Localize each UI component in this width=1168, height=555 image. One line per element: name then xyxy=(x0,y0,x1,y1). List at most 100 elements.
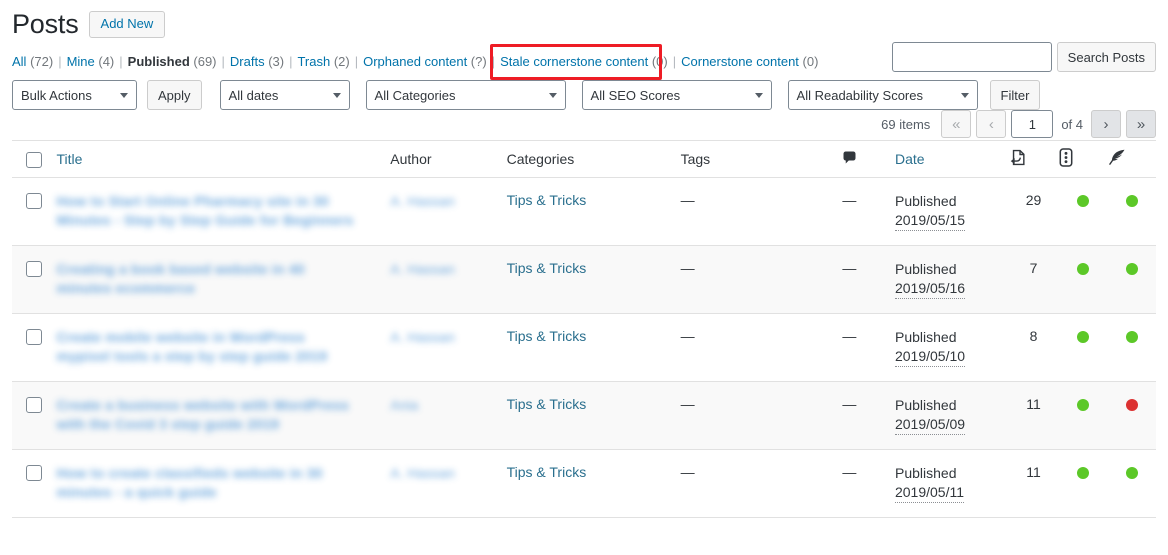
filter-link-separator: | xyxy=(58,54,62,69)
select-all-header xyxy=(12,140,57,178)
column-header-title[interactable]: Title xyxy=(56,140,391,178)
post-title-cell: Create a business website with WordPress… xyxy=(56,381,391,450)
filter-link-trash[interactable]: Trash xyxy=(297,54,330,69)
table-row: How to create classifieds website in 30 … xyxy=(12,449,1156,518)
category-filter-select[interactable]: All Categories xyxy=(365,80,566,110)
prev-page-button[interactable]: ‹ xyxy=(976,110,1007,138)
post-author-link[interactable]: Ania xyxy=(390,396,475,415)
row-checkbox[interactable] xyxy=(26,193,42,210)
filter-link-count: (0) xyxy=(648,54,668,69)
last-page-button[interactable]: » xyxy=(1126,110,1156,138)
column-header-date[interactable]: Date xyxy=(894,140,1009,178)
filter-link-orphaned-content[interactable]: Orphaned content xyxy=(363,54,467,69)
post-incoming-links-count: 29 xyxy=(1008,177,1059,246)
filter-button[interactable]: Filter xyxy=(989,80,1041,110)
post-date-cell: Published 2019/05/15 xyxy=(894,177,1009,246)
post-seo-score-cell xyxy=(1058,313,1108,382)
category-link[interactable]: Tips & Tricks xyxy=(507,396,587,412)
post-seo-score-cell xyxy=(1058,381,1108,450)
post-title-link[interactable]: Create mobile website in WordPress mypix… xyxy=(57,328,357,366)
seo-score-filter-value: All SEO Scores xyxy=(590,87,681,103)
post-comments-cell: — xyxy=(842,245,895,314)
post-comments-cell: — xyxy=(842,177,895,246)
post-categories-cell: Tips & Tricks xyxy=(506,381,681,450)
row-select-cell xyxy=(12,313,57,382)
post-title-cell: Create mobile website in WordPress mypix… xyxy=(56,313,391,382)
header-row: Title Author Categories Tags Date xyxy=(12,140,1156,178)
post-tags-cell: — xyxy=(680,381,843,450)
post-status: Published xyxy=(894,193,957,209)
post-incoming-links-count: 11 xyxy=(1008,449,1059,518)
post-title-link[interactable]: How to Start Online Pharmacy site in 30 … xyxy=(57,192,357,230)
filter-link-count: (0) xyxy=(798,54,819,69)
column-header-author: Author xyxy=(390,140,507,178)
next-page-button[interactable]: › xyxy=(1091,110,1121,138)
post-date-value: 2019/05/16 xyxy=(894,279,966,299)
filter-link-separator: | xyxy=(491,54,496,69)
first-page-button[interactable]: « xyxy=(941,110,972,138)
column-header-date-link[interactable]: Date xyxy=(895,151,925,167)
post-author-link[interactable]: A. Hassan xyxy=(390,192,475,211)
seo-score-filter-select[interactable]: All SEO Scores xyxy=(581,80,772,110)
column-header-readability-score[interactable] xyxy=(1107,140,1156,178)
post-title-link[interactable]: Creating a book based website in 40 minu… xyxy=(57,260,357,298)
category-link[interactable]: Tips & Tricks xyxy=(507,260,587,276)
post-title-cell: How to create classifieds website in 30 … xyxy=(56,449,391,518)
post-tags-cell: — xyxy=(680,449,843,518)
seo-score-dot xyxy=(1077,263,1090,276)
row-checkbox[interactable] xyxy=(26,397,42,414)
current-page-input[interactable] xyxy=(1011,110,1054,138)
filter-link-all[interactable]: All xyxy=(12,54,26,69)
category-link[interactable]: Tips & Tricks xyxy=(507,464,587,480)
column-header-comments[interactable] xyxy=(842,140,895,178)
posts-admin-page: Posts Add New All (72) | Mine (4) | Publishe… xyxy=(0,0,1168,555)
post-title-link[interactable]: Create a business website with WordPress… xyxy=(57,396,357,434)
post-author-cell: A. Hassan xyxy=(390,313,507,382)
filter-link-published[interactable]: Published xyxy=(128,54,190,69)
filter-link-drafts[interactable]: Drafts xyxy=(230,54,265,69)
incoming-links-icon xyxy=(1008,148,1027,170)
filter-link-stale-cornerstone-content[interactable]: Stale cornerstone content xyxy=(500,54,648,69)
post-title-link[interactable]: How to create classifieds website in 30 … xyxy=(57,464,357,502)
post-readability-score-cell xyxy=(1107,381,1156,450)
post-date-value: 2019/05/15 xyxy=(894,211,966,231)
posts-table-header: Title Author Categories Tags Date xyxy=(12,140,1156,178)
row-checkbox[interactable] xyxy=(26,465,42,482)
post-seo-score-cell xyxy=(1058,449,1108,518)
apply-button[interactable]: Apply xyxy=(147,80,202,110)
post-author-link[interactable]: A. Hassan xyxy=(390,260,475,279)
seo-score-dot xyxy=(1077,399,1090,412)
column-header-tags: Tags xyxy=(680,140,843,178)
readability-filter-select[interactable]: All Readability Scores xyxy=(787,80,978,110)
post-seo-score-cell xyxy=(1058,245,1108,314)
seo-score-dot xyxy=(1077,467,1090,480)
row-select-cell xyxy=(12,381,57,450)
row-checkbox[interactable] xyxy=(26,261,42,278)
table-row: How to Start Online Pharmacy site in 30 … xyxy=(12,177,1156,246)
readability-quill-icon xyxy=(1107,148,1127,170)
category-link[interactable]: Tips & Tricks xyxy=(507,328,587,344)
column-header-title-link[interactable]: Title xyxy=(57,151,83,167)
column-header-links[interactable] xyxy=(1008,140,1059,178)
column-header-seo-score[interactable] xyxy=(1058,140,1108,178)
post-incoming-links-count: 8 xyxy=(1008,313,1059,382)
post-author-link[interactable]: A. Hassan xyxy=(390,464,475,483)
seo-score-traffic-light-icon xyxy=(1059,148,1073,170)
bulk-actions-select[interactable]: Bulk Actions xyxy=(12,80,137,110)
add-new-button[interactable]: Add New xyxy=(88,10,166,38)
post-incoming-links-count: 7 xyxy=(1008,245,1059,314)
post-author-link[interactable]: A. Hassan xyxy=(390,328,475,347)
table-row: Creating a book based website in 40 minu… xyxy=(12,245,1156,314)
category-link[interactable]: Tips & Tricks xyxy=(507,192,587,208)
search-posts-button[interactable]: Search Posts xyxy=(1056,42,1156,72)
date-filter-select[interactable]: All dates xyxy=(219,80,350,110)
select-all-checkbox[interactable] xyxy=(26,151,42,168)
filter-link-cornerstone-content[interactable]: Cornerstone content xyxy=(681,54,799,69)
filter-link-separator: | xyxy=(354,54,359,69)
post-tags-cell: — xyxy=(680,245,843,314)
post-comments-cell: — xyxy=(842,313,895,382)
post-author-cell: A. Hassan xyxy=(390,177,507,246)
filter-link-mine[interactable]: Mine xyxy=(67,54,95,69)
search-input[interactable] xyxy=(891,42,1052,72)
row-checkbox[interactable] xyxy=(26,329,42,346)
